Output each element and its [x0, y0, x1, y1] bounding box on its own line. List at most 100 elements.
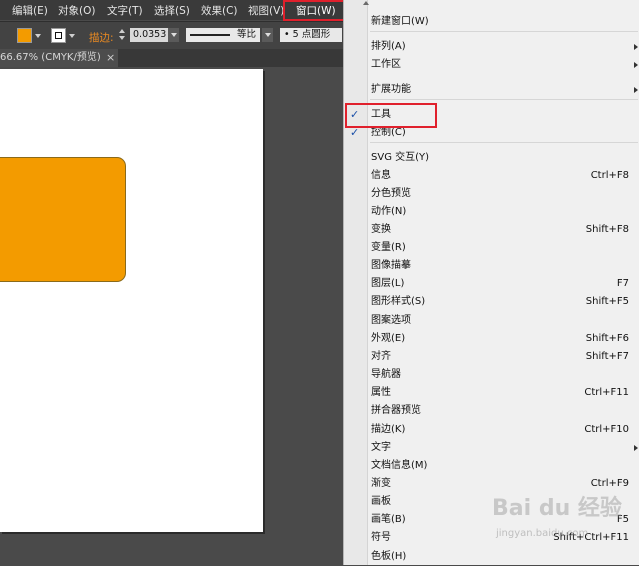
- menu-item[interactable]: 文档信息(M): [344, 457, 639, 475]
- profile-line-icon: [190, 34, 230, 36]
- menu-item-label: 属性: [371, 387, 391, 398]
- menu-item-shortcut: Ctrl+F8: [590, 170, 629, 181]
- menu-item-label: 导航器: [371, 369, 401, 380]
- menu-select[interactable]: 选择(S): [154, 3, 190, 18]
- menu-separator: [370, 31, 638, 32]
- variable-width-profile[interactable]: 等比: [186, 28, 260, 42]
- document-tab-label: 66.67% (CMYK/预览): [0, 52, 101, 63]
- menu-item-label: 信息: [371, 170, 391, 181]
- brush-definition[interactable]: • 5 点圆形: [280, 28, 342, 42]
- stroke-weight-dropdown[interactable]: [168, 28, 179, 42]
- menu-item-label: 外观(E): [371, 333, 406, 344]
- menu-item-label: 拼合器预览: [371, 405, 421, 416]
- menu-item-label: 画笔(B): [371, 514, 406, 525]
- tools-item-highlight: [345, 103, 437, 128]
- window-dropdown-menu: 新建窗口(W) 排列(A) 工作区 扩展功能 ✓ 工具 ✓ 控制(C) SVG 交互(Y) 信息 C…: [343, 0, 639, 565]
- menu-item-label: 图案选项: [371, 315, 411, 326]
- menu-item[interactable]: 图形样式(S) Shift+F5: [344, 293, 639, 311]
- menu-item-shortcut: Shift+F7: [585, 351, 629, 362]
- menu-view[interactable]: 视图(V): [248, 3, 284, 18]
- menu-item[interactable]: 新建窗口(W): [344, 13, 639, 31]
- menu-item[interactable]: 分色预览: [344, 185, 639, 203]
- menu-item-label: 文档信息(M): [371, 460, 428, 471]
- menu-item-label: 图形样式(S): [371, 296, 426, 307]
- rounded-rectangle-shape[interactable]: [0, 157, 126, 282]
- menu-item-label: 符号: [371, 532, 391, 543]
- menu-item[interactable]: 图层(L) F7: [344, 275, 639, 293]
- artboard[interactable]: [0, 69, 263, 532]
- control-bar: 描边: 0.0353 等比 • 5 点圆形: [0, 21, 343, 51]
- watermark-sub: jingyan.baidu.com: [496, 528, 589, 539]
- watermark-logo: Bai du 经验 jingyan.baidu.com: [492, 490, 632, 550]
- watermark-main: Bai du 经验: [492, 496, 622, 521]
- menu-item[interactable]: 文字: [344, 439, 639, 457]
- menu-item[interactable]: 拼合器预览: [344, 402, 639, 420]
- menu-item-label: 图像描摹: [371, 260, 411, 271]
- menu-item-label: 变换: [371, 224, 391, 235]
- menu-item[interactable]: 图像描摹: [344, 257, 639, 275]
- menu-separator: [370, 142, 638, 143]
- stroke-stepper-icon[interactable]: [118, 28, 127, 42]
- menu-item-label: 渐变: [371, 478, 391, 489]
- menu-item[interactable]: 属性 Ctrl+F11: [344, 384, 639, 402]
- brush-label: 5 点圆形: [292, 29, 331, 40]
- submenu-arrow-icon: [634, 44, 638, 50]
- submenu-arrow-icon: [634, 445, 638, 451]
- menu-item[interactable]: 排列(A): [344, 38, 639, 56]
- menu-item-label: 工作区: [371, 59, 401, 70]
- menu-item[interactable]: 动作(N): [344, 203, 639, 221]
- menu-item-shortcut: Ctrl+F11: [584, 387, 629, 398]
- menu-edit[interactable]: 编辑(E): [12, 3, 48, 18]
- menu-item-label: 描边(K): [371, 424, 406, 435]
- menu-item-label: 变量(R): [371, 242, 406, 253]
- menu-item[interactable]: 信息 Ctrl+F8: [344, 167, 639, 185]
- menu-item[interactable]: 图案选项: [344, 312, 639, 330]
- menu-item-label: 排列(A): [371, 41, 406, 52]
- menu-item[interactable]: 描边(K) Ctrl+F10: [344, 421, 639, 439]
- menu-item-label: 对齐: [371, 351, 391, 362]
- menu-item-label: 画板: [371, 496, 391, 507]
- menu-item[interactable]: SVG 交互(Y): [344, 149, 639, 167]
- menu-item[interactable]: 扩展功能: [344, 81, 639, 99]
- menu-separator: [370, 99, 638, 100]
- menu-effect[interactable]: 效果(C): [201, 3, 238, 18]
- document-tab[interactable]: 66.67% (CMYK/预览) ×: [0, 49, 118, 67]
- menu-item-label: 分色预览: [371, 188, 411, 199]
- menu-item[interactable]: 对齐 Shift+F7: [344, 348, 639, 366]
- menu-item-label: 文字: [371, 442, 391, 453]
- menu-item[interactable]: 外观(E) Shift+F6: [344, 330, 639, 348]
- fill-color-swatch[interactable]: [17, 28, 32, 43]
- menu-item-shortcut: Shift+F6: [585, 333, 629, 344]
- menu-item[interactable]: 变量(R): [344, 239, 639, 257]
- menu-item-shortcut: Shift+F5: [585, 296, 629, 307]
- scroll-up-icon[interactable]: [363, 1, 369, 5]
- menu-item-shortcut: Shift+F8: [585, 224, 629, 235]
- stroke-label[interactable]: 描边:: [89, 30, 114, 45]
- submenu-arrow-icon: [634, 87, 638, 93]
- menu-type[interactable]: 文字(T): [107, 3, 143, 18]
- brush-dot-icon: •: [284, 29, 293, 40]
- submenu-arrow-icon: [634, 62, 638, 68]
- menu-item-shortcut: Ctrl+F10: [584, 424, 629, 435]
- close-icon[interactable]: ×: [106, 49, 115, 67]
- menu-item-label: 动作(N): [371, 206, 407, 217]
- stroke-weight-input[interactable]: 0.0353: [130, 28, 168, 42]
- menu-item[interactable]: 色板(H): [344, 548, 639, 566]
- menu-item-shortcut: F7: [616, 278, 629, 289]
- stroke-dropdown-arrow-icon[interactable]: [69, 34, 75, 38]
- menu-item-label: 色板(H): [371, 551, 407, 562]
- stroke-color-swatch[interactable]: [51, 28, 66, 43]
- profile-label: 等比: [236, 29, 256, 40]
- menu-item-label: 新建窗口(W): [371, 16, 429, 27]
- menu-item[interactable]: 工作区: [344, 56, 639, 74]
- profile-dropdown[interactable]: [262, 28, 273, 42]
- window-menu-highlight: [283, 0, 349, 21]
- fill-dropdown-arrow-icon[interactable]: [35, 34, 41, 38]
- document-tab-bar: 66.67% (CMYK/预览) ×: [0, 49, 343, 67]
- menu-item[interactable]: 变换 Shift+F8: [344, 221, 639, 239]
- menu-item-label: 图层(L): [371, 278, 405, 289]
- menu-item[interactable]: 导航器: [344, 366, 639, 384]
- menu-item-label: 扩展功能: [371, 84, 411, 95]
- menu-object[interactable]: 对象(O): [58, 3, 95, 18]
- menu-item-label: SVG 交互(Y): [371, 152, 430, 163]
